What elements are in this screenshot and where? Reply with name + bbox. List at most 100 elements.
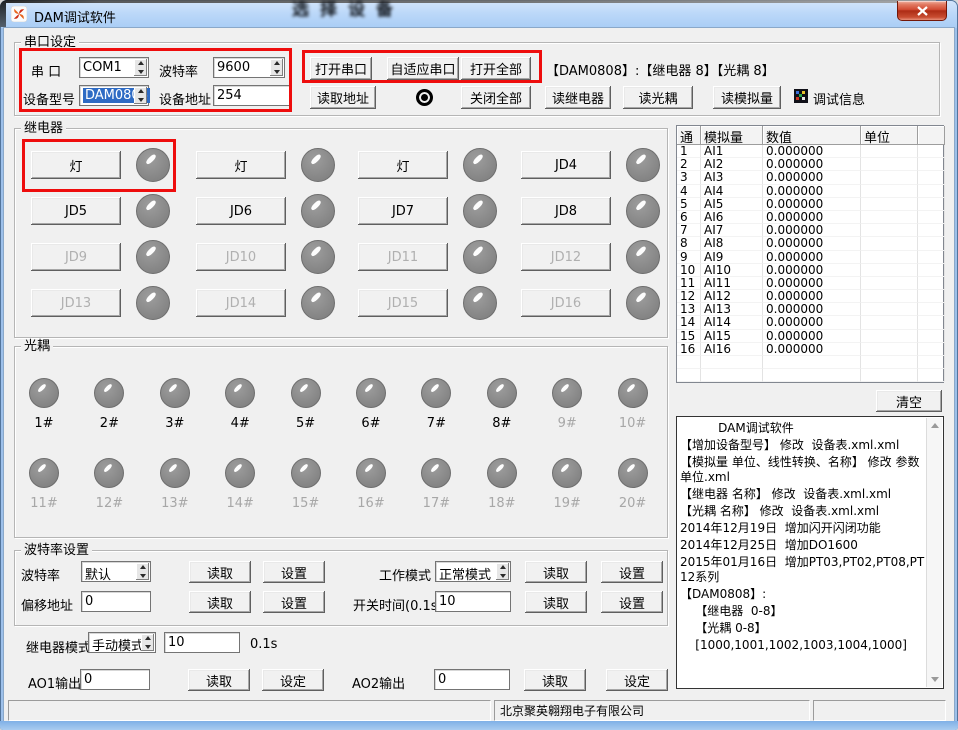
table-header-1: 模拟量 bbox=[701, 126, 763, 145]
model-select[interactable]: DAM0808 bbox=[79, 85, 149, 106]
relay-button-15[interactable]: JD15 bbox=[358, 289, 448, 317]
status-panel-left bbox=[8, 700, 491, 721]
close-button[interactable] bbox=[897, 1, 947, 21]
table-row[interactable]: 15AI150.000000 bbox=[677, 330, 943, 343]
dropdown-button[interactable] bbox=[141, 634, 154, 651]
workmode-select[interactable]: 正常模式 bbox=[435, 561, 511, 582]
baudrate-set-button[interactable]: 设置 bbox=[263, 561, 325, 583]
table-row[interactable]: 9AI90.000000 bbox=[677, 251, 943, 264]
info-line-13: 【光耦 0-8】 bbox=[680, 621, 925, 636]
workmode-label: 工作模式 bbox=[379, 565, 431, 584]
auto-serial-button[interactable]: 自适应串口 bbox=[387, 57, 459, 80]
read-analog-button[interactable]: 读模拟量 bbox=[713, 86, 781, 109]
baud-select[interactable]: 9600 bbox=[213, 57, 285, 78]
relay-mode-select[interactable]: 手动模式 bbox=[88, 632, 156, 653]
read-opto-button[interactable]: 读光耦 bbox=[623, 86, 693, 109]
table-row[interactable]: 3AI30.000000 bbox=[677, 171, 943, 184]
workmode-read-button[interactable]: 读取 bbox=[525, 561, 587, 583]
dropdown-button[interactable] bbox=[134, 87, 147, 104]
open-all-button[interactable]: 打开全部 bbox=[461, 57, 531, 80]
dropdown-button[interactable] bbox=[136, 563, 149, 580]
relay-button-3[interactable]: 灯 bbox=[358, 151, 448, 179]
relay-button-1[interactable]: 灯 bbox=[31, 151, 121, 179]
table-row[interactable]: 16AI160.000000 bbox=[677, 343, 943, 356]
opto-indicator-20 bbox=[618, 458, 648, 488]
table-row[interactable]: 1AI10.000000 bbox=[677, 145, 943, 158]
scroll-up-icon[interactable] bbox=[927, 418, 942, 433]
ao1-set-button[interactable]: 设定 bbox=[262, 669, 324, 691]
table-cell: 0.000000 bbox=[763, 290, 861, 303]
workmode-set-button[interactable]: 设置 bbox=[601, 561, 663, 583]
dropdown-button[interactable] bbox=[496, 563, 509, 580]
table-cell: 9 bbox=[677, 251, 701, 264]
table-row[interactable]: 4AI40.000000 bbox=[677, 185, 943, 198]
table-cell: 0.000000 bbox=[763, 237, 861, 250]
table-cell bbox=[861, 369, 918, 382]
relay-button-13[interactable]: JD13 bbox=[31, 289, 121, 317]
relay-button-2[interactable]: 灯 bbox=[196, 151, 286, 179]
table-cell: AI12 bbox=[701, 290, 763, 303]
relay-button-10[interactable]: JD10 bbox=[196, 243, 286, 271]
close-all-button[interactable]: 关闭全部 bbox=[461, 86, 531, 109]
baud-label: 波特率 bbox=[159, 61, 198, 80]
table-row[interactable]: 8AI80.000000 bbox=[677, 237, 943, 250]
relay-indicator-13 bbox=[136, 286, 170, 320]
baudrate-select[interactable]: 默认 bbox=[81, 561, 151, 582]
table-cell: AI1 bbox=[701, 145, 763, 158]
read-address-button[interactable]: 读取地址 bbox=[310, 86, 376, 109]
table-row[interactable] bbox=[677, 356, 943, 369]
relay-button-7[interactable]: JD7 bbox=[358, 197, 448, 225]
switchtime-read-button[interactable]: 读取 bbox=[525, 591, 587, 613]
relay-button-9[interactable]: JD9 bbox=[31, 243, 121, 271]
info-scrollbar[interactable] bbox=[926, 418, 942, 687]
clear-button[interactable]: 清空 bbox=[876, 390, 942, 412]
port-select[interactable]: COM1 bbox=[79, 57, 149, 78]
debug-info-icon bbox=[794, 88, 808, 102]
table-row[interactable]: 7AI70.000000 bbox=[677, 224, 943, 237]
read-relay-button[interactable]: 读继电器 bbox=[545, 86, 611, 109]
open-serial-button[interactable]: 打开串口 bbox=[310, 57, 372, 80]
relay-button-5[interactable]: JD5 bbox=[31, 197, 121, 225]
device-address-input[interactable]: 254 bbox=[213, 85, 291, 106]
switchtime-set-button[interactable]: 设置 bbox=[601, 591, 663, 613]
relay-button-8[interactable]: JD8 bbox=[521, 197, 611, 225]
relay-button-6[interactable]: JD6 bbox=[196, 197, 286, 225]
table-row[interactable]: 13AI130.000000 bbox=[677, 303, 943, 316]
table-row[interactable]: 10AI100.000000 bbox=[677, 264, 943, 277]
relay-button-11[interactable]: JD11 bbox=[358, 243, 448, 271]
relay-indicator-3 bbox=[463, 148, 497, 182]
table-cell: 8 bbox=[677, 237, 701, 250]
table-cell: 10 bbox=[677, 264, 701, 277]
offset-set-button[interactable]: 设置 bbox=[263, 591, 325, 613]
ao1-read-button[interactable]: 读取 bbox=[188, 669, 250, 691]
table-row[interactable]: 14AI140.000000 bbox=[677, 316, 943, 329]
table-row[interactable]: 5AI50.000000 bbox=[677, 198, 943, 211]
scroll-down-icon[interactable] bbox=[927, 672, 942, 687]
ao2-input[interactable]: 0 bbox=[434, 669, 510, 690]
analog-table[interactable]: 通模拟量数值单位1AI10.0000002AI20.0000003AI30.00… bbox=[676, 125, 944, 383]
info-line-3: 【增加设备型号】 修改 设备表.xml.xml bbox=[680, 438, 925, 453]
table-cell bbox=[701, 369, 763, 382]
table-row[interactable]: 12AI120.000000 bbox=[677, 290, 943, 303]
ao2-set-button[interactable]: 设定 bbox=[606, 669, 668, 691]
table-row[interactable]: 11AI110.000000 bbox=[677, 277, 943, 290]
ao2-read-button[interactable]: 读取 bbox=[524, 669, 586, 691]
relay-button-14[interactable]: JD14 bbox=[196, 289, 286, 317]
offset-read-button[interactable]: 读取 bbox=[189, 591, 251, 613]
opto-indicator-14 bbox=[225, 458, 255, 488]
offset-input[interactable]: 0 bbox=[81, 591, 151, 612]
relay-button-16[interactable]: JD16 bbox=[521, 289, 611, 317]
table-row[interactable]: 2AI20.000000 bbox=[677, 158, 943, 171]
relay-button-4[interactable]: JD4 bbox=[521, 151, 611, 179]
dropdown-button[interactable] bbox=[134, 59, 147, 76]
ao1-input[interactable]: 0 bbox=[80, 669, 150, 690]
table-cell: 0.000000 bbox=[763, 185, 861, 198]
relay-button-12[interactable]: JD12 bbox=[521, 243, 611, 271]
table-row[interactable]: 6AI60.000000 bbox=[677, 211, 943, 224]
relay-time-input[interactable]: 10 bbox=[164, 632, 240, 653]
dropdown-button[interactable] bbox=[270, 59, 283, 76]
switchtime-input[interactable]: 10 bbox=[435, 591, 511, 612]
table-row[interactable] bbox=[677, 369, 943, 382]
baudrate-read-button[interactable]: 读取 bbox=[189, 561, 251, 583]
table-cell bbox=[861, 211, 918, 224]
